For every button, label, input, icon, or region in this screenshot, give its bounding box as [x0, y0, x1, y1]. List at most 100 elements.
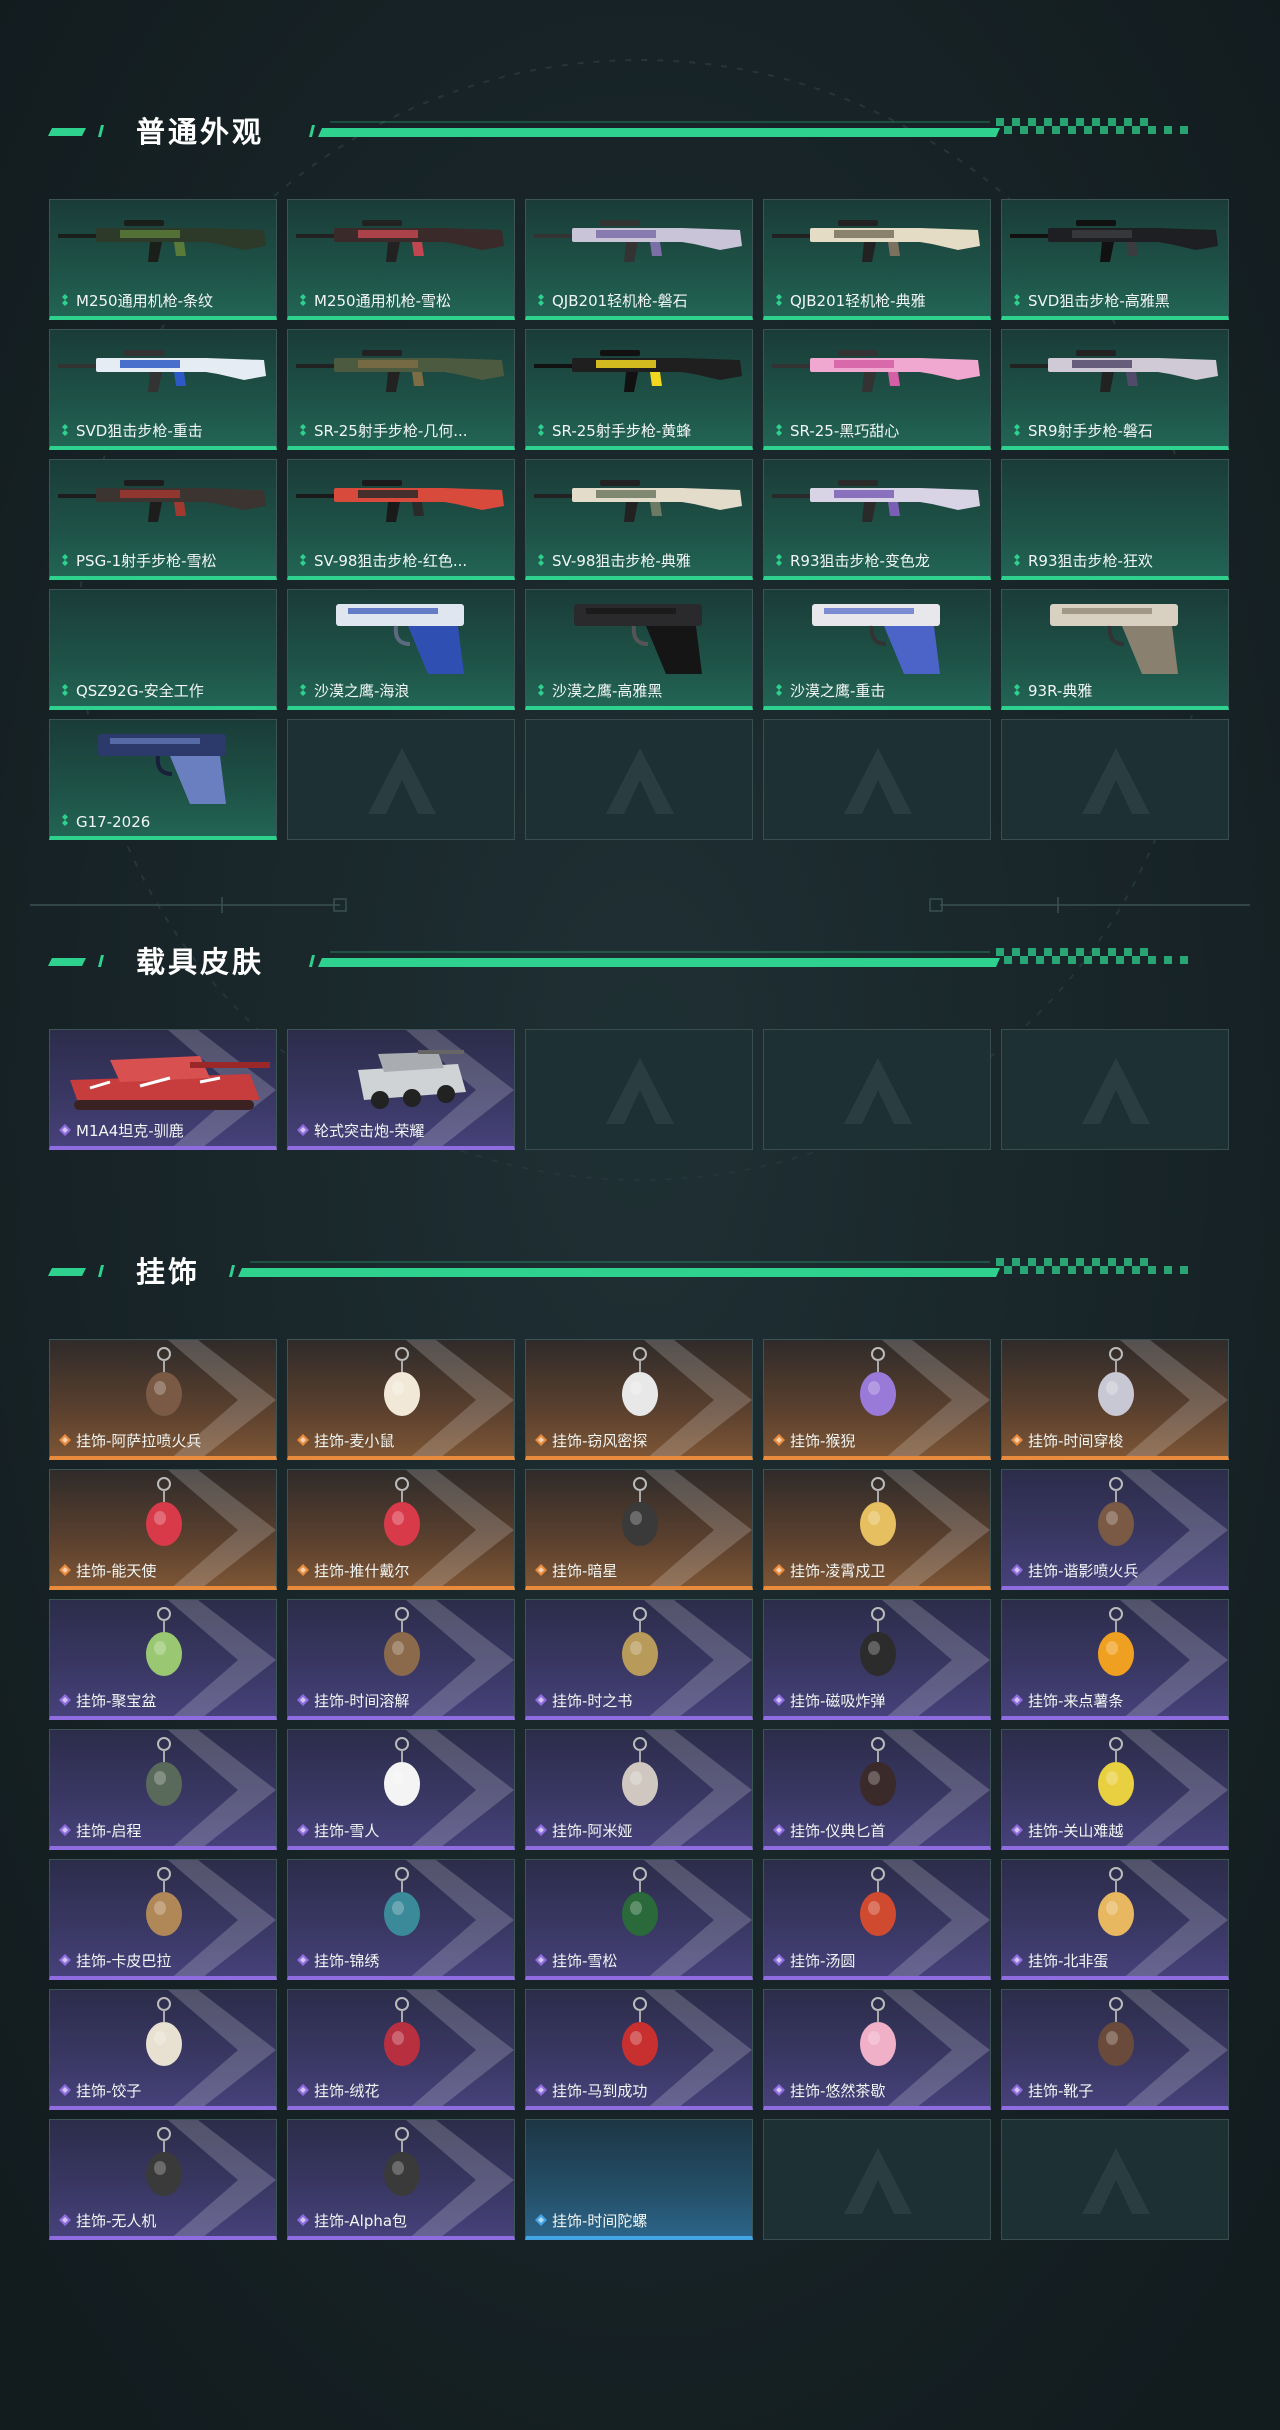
- item-card[interactable]: 挂饰-阿米娅: [525, 1729, 753, 1850]
- item-card[interactable]: 挂饰-麦小鼠: [287, 1339, 515, 1460]
- item-card[interactable]: 挂饰-无人机: [49, 2119, 277, 2240]
- item-card[interactable]: 挂饰-时间穿梭: [1001, 1339, 1229, 1460]
- item-name: 挂饰-关山难越: [1028, 1822, 1124, 1840]
- logo-watermark-icon: [844, 2148, 912, 2214]
- item-name: SR-25射手步枪-黄蜂: [552, 422, 692, 440]
- item-card[interactable]: 挂饰-聚宝盆: [49, 1599, 277, 1720]
- item-card[interactable]: SR-25射手步枪-黄蜂: [525, 329, 753, 450]
- item-card[interactable]: M250通用机枪-雪松: [287, 199, 515, 320]
- item-image: [288, 1730, 514, 1822]
- item-image: [764, 1340, 990, 1432]
- item-card[interactable]: 挂饰-阿萨拉喷火兵: [49, 1339, 277, 1460]
- item-card[interactable]: QSZ92G-安全工作: [49, 589, 277, 710]
- item-card[interactable]: 挂饰-Alpha包: [287, 2119, 515, 2240]
- item-card[interactable]: SVD狙击步枪-重击: [49, 329, 277, 450]
- item-image: [50, 1600, 276, 1692]
- item-card[interactable]: 挂饰-卡皮巴拉: [49, 1859, 277, 1980]
- item-image: [50, 1470, 276, 1562]
- item-card[interactable]: 挂饰-时之书: [525, 1599, 753, 1720]
- rarity-diamond-icon: [59, 1824, 71, 1836]
- item-card[interactable]: PSG-1射手步枪-雪松: [49, 459, 277, 580]
- item-card[interactable]: SR-25-黑巧甜心: [763, 329, 991, 450]
- item-card[interactable]: 挂饰-绒花: [287, 1989, 515, 2110]
- item-card[interactable]: 挂饰-靴子: [1001, 1989, 1229, 2110]
- rarity-diamond-icon: [1014, 424, 1020, 436]
- item-card[interactable]: 挂饰-汤圆: [763, 1859, 991, 1980]
- item-card[interactable]: 挂饰-关山难越: [1001, 1729, 1229, 1850]
- item-image: [526, 200, 752, 292]
- item-card[interactable]: 挂饰-能天使: [49, 1469, 277, 1590]
- item-card[interactable]: 挂饰-雪松: [525, 1859, 753, 1980]
- empty-slot: [763, 2119, 991, 2240]
- item-card[interactable]: 轮式突击炮-荣耀: [287, 1029, 515, 1150]
- item-name: 挂饰-能天使: [76, 1562, 157, 1580]
- rarity-diamond-icon: [776, 294, 782, 306]
- item-image: [1002, 330, 1228, 422]
- item-card[interactable]: SVD狙击步枪-高雅黑: [1001, 199, 1229, 320]
- section-header: 普通外观: [0, 104, 1280, 149]
- item-card[interactable]: SV-98狙击步枪-典雅: [525, 459, 753, 580]
- vehicle-skin-grid: M1A4坦克-驯鹿 轮式突击炮-荣耀: [49, 1029, 1229, 1150]
- item-card[interactable]: R93狙击步枪-变色龙: [763, 459, 991, 580]
- item-card[interactable]: 挂饰-马到成功: [525, 1989, 753, 2110]
- item-card[interactable]: 挂饰-凌霄戍卫: [763, 1469, 991, 1590]
- item-image: [50, 1860, 276, 1952]
- item-name: 挂饰-时之书: [552, 1692, 633, 1710]
- item-name: 挂饰-雪人: [314, 1822, 380, 1840]
- rarity-diamond-icon: [297, 2084, 309, 2096]
- rarity-diamond-icon: [62, 554, 68, 566]
- rarity-diamond-icon: [535, 2214, 547, 2226]
- item-card[interactable]: 挂饰-北非蛋: [1001, 1859, 1229, 1980]
- section-title: 普通外观: [136, 115, 265, 149]
- item-image: [288, 2120, 514, 2212]
- rarity-diamond-icon: [538, 424, 544, 436]
- item-image: [1002, 1860, 1228, 1952]
- item-card[interactable]: SR-25射手步枪-几何...: [287, 329, 515, 450]
- rarity-diamond-icon: [59, 1124, 71, 1136]
- rarity-diamond-icon: [297, 1954, 309, 1966]
- charm-grid: 挂饰-阿萨拉喷火兵 挂饰-麦小鼠 挂饰-窃风密探 挂饰-猴猊 挂饰-时间穿梭挂饰-能天使…: [49, 1339, 1229, 2240]
- item-card[interactable]: 沙漠之鹰-海浪: [287, 589, 515, 710]
- item-card[interactable]: 挂饰-猴猊: [763, 1339, 991, 1460]
- item-card[interactable]: 沙漠之鹰-高雅黑: [525, 589, 753, 710]
- item-card[interactable]: 挂饰-暗星: [525, 1469, 753, 1590]
- rarity-diamond-icon: [62, 684, 68, 696]
- item-card[interactable]: 挂饰-时间陀螺: [525, 2119, 753, 2240]
- item-card[interactable]: 挂饰-雪人: [287, 1729, 515, 1850]
- rarity-diamond-icon: [773, 1694, 785, 1706]
- item-card[interactable]: 挂饰-饺子: [49, 1989, 277, 2110]
- item-card[interactable]: 挂饰-谐影喷火兵: [1001, 1469, 1229, 1590]
- item-card[interactable]: 93R-典雅: [1001, 589, 1229, 710]
- rarity-diamond-icon: [535, 1824, 547, 1836]
- rarity-diamond-icon: [297, 1434, 309, 1446]
- item-name: SR9射手步枪-磐石: [1028, 422, 1153, 440]
- item-card[interactable]: 沙漠之鹰-重击: [763, 589, 991, 710]
- rarity-diamond-icon: [535, 1434, 547, 1446]
- item-card[interactable]: SV-98狙击步枪-红色...: [287, 459, 515, 580]
- item-card[interactable]: M250通用机枪-条纹: [49, 199, 277, 320]
- item-name: 挂饰-仪典匕首: [790, 1822, 886, 1840]
- empty-slot: [525, 1029, 753, 1150]
- item-card[interactable]: R93狙击步枪-狂欢: [1001, 459, 1229, 580]
- item-name: 挂饰-雪松: [552, 1952, 618, 1970]
- item-name: 挂饰-绒花: [314, 2082, 380, 2100]
- item-name: 挂饰-时间陀螺: [552, 2212, 648, 2230]
- item-name: 挂饰-麦小鼠: [314, 1432, 395, 1450]
- item-card[interactable]: 挂饰-悠然茶歇: [763, 1989, 991, 2110]
- item-card[interactable]: 挂饰-启程: [49, 1729, 277, 1850]
- item-card[interactable]: 挂饰-仪典匕首: [763, 1729, 991, 1850]
- item-card[interactable]: 挂饰-来点薯条: [1001, 1599, 1229, 1720]
- item-card[interactable]: 挂饰-磁吸炸弹: [763, 1599, 991, 1720]
- rarity-diamond-icon: [59, 1694, 71, 1706]
- item-card[interactable]: G17-2026: [49, 719, 277, 840]
- item-name: 挂饰-启程: [76, 1822, 142, 1840]
- item-card[interactable]: QJB201轻机枪-磐石: [525, 199, 753, 320]
- item-card[interactable]: 挂饰-锦绣: [287, 1859, 515, 1980]
- item-card[interactable]: 挂饰-时间溶解: [287, 1599, 515, 1720]
- item-card[interactable]: 挂饰-窃风密探: [525, 1339, 753, 1460]
- item-card[interactable]: M1A4坦克-驯鹿: [49, 1029, 277, 1150]
- item-card[interactable]: QJB201轻机枪-典雅: [763, 199, 991, 320]
- item-card[interactable]: SR9射手步枪-磐石: [1001, 329, 1229, 450]
- item-image: [526, 2120, 752, 2212]
- item-card[interactable]: 挂饰-推什戴尔: [287, 1469, 515, 1590]
